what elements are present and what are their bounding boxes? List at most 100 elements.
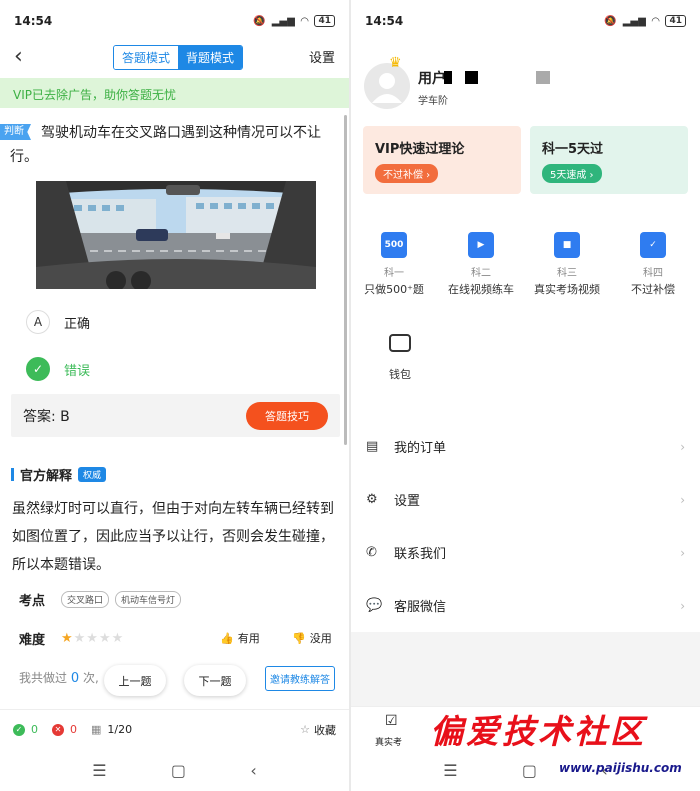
option-b[interactable]: ✓ 错误 (26, 357, 90, 381)
explanation-header: 官方解释 权威 (11, 465, 107, 484)
prev-button[interactable]: 上一题 (104, 665, 166, 696)
wallet-icon (389, 334, 411, 352)
grid-item-k3[interactable]: ■ 科三 真实考场视频 (527, 232, 607, 297)
correct-count: 0 (31, 723, 38, 736)
thumbs-up-icon: 👍 (220, 631, 234, 645)
play-icon: ▶ (468, 232, 494, 258)
home-icon[interactable]: ▢ (522, 761, 537, 780)
grid-caption: 科四 (643, 268, 663, 279)
tab-answer-mode[interactable]: 答题模式 (114, 46, 179, 69)
chevron-right-icon: › (680, 598, 685, 613)
settings-menu: ▤ 我的订单 › ⚙ 设置 › ✆ 联系我们 › 💬 客服微信 › (351, 420, 700, 632)
settings-link[interactable]: 设置 (309, 47, 335, 66)
wifi-icon: ◠ (651, 15, 660, 27)
option-a-text: 正确 (64, 316, 91, 332)
next-button[interactable]: 下一题 (184, 665, 246, 696)
thumbs-down-icon: 👎 (292, 631, 306, 645)
useless-button[interactable]: 👎 没用 (292, 630, 332, 646)
back-nav-icon[interactable]: ‹ (250, 761, 256, 780)
section-marker (11, 468, 14, 481)
redaction-block (465, 71, 478, 84)
done-prefix: 我共做过 (19, 671, 68, 685)
kaodian-row: 考点 交叉路口 机动车信号灯 (19, 590, 339, 609)
grid-caption: 科二 (471, 268, 491, 279)
answer-summary-bar: ✓ 0 ✕ 0 ▦ 1/20 ☆ 收藏 (0, 709, 349, 749)
top-nav: ‹ 答题模式 背题模式 设置 (0, 42, 349, 74)
difficulty-stars: ★★★★★ (61, 631, 125, 646)
wrong-icon: ✕ (52, 723, 64, 736)
grid-item-k4[interactable]: ✓ 科四 不过补偿 (613, 232, 693, 297)
correct-icon: ✓ (13, 723, 25, 736)
vip-card[interactable]: VIP快速过理论 不过补偿 › (363, 126, 521, 194)
star-icon[interactable]: ☆ (300, 723, 310, 736)
check-icon: ✓ (26, 357, 50, 381)
useful-button[interactable]: 👍 有用 (220, 630, 260, 646)
status-bar: 14:54 🔕 ▂▄▆ ◠ 41 (351, 0, 700, 42)
chevron-right-icon: › (680, 439, 685, 454)
difficulty-row: 难度 ★★★★★ (19, 629, 339, 648)
option-a[interactable]: A 正确 (26, 310, 90, 334)
video-icon: ■ (554, 232, 580, 258)
k1-card-button[interactable]: 5天速成 › (542, 164, 602, 183)
gear-icon: ⚙ (366, 492, 378, 507)
status-icons: 🔕 ▂▄▆ ◠ 41 (253, 15, 335, 27)
back-icon[interactable]: ‹ (14, 44, 23, 69)
useful-label: 有用 (237, 632, 260, 645)
question-image[interactable] (36, 181, 316, 289)
done-count: 0 (70, 671, 80, 686)
order-icon: ▤ (366, 439, 379, 454)
phone-icon: ✆ (366, 545, 377, 560)
avatar[interactable] (364, 63, 410, 109)
vip-card-button[interactable]: 不过补偿 › (375, 164, 439, 183)
redaction-block (444, 71, 452, 84)
chat-icon: 💬 (366, 598, 383, 613)
wrong-count: 0 (70, 723, 77, 736)
k1-card[interactable]: 科一5天过 5天速成 › (530, 126, 688, 194)
exam-tab-icon[interactable]: ☑ (385, 713, 398, 729)
grid-name: 只做500⁺题 (364, 283, 424, 296)
wifi-icon: ◠ (300, 15, 309, 27)
grid-item-k1[interactable]: 500 科一 只做500⁺题 (354, 232, 434, 297)
crown-icon: ♛ (389, 55, 402, 71)
screenshot-stage: 14:54 🔕 ▂▄▆ ◠ 41 ‹ 答题模式 背题模式 设置 VIP已去除广告… (0, 0, 700, 791)
home-icon[interactable]: ▢ (171, 761, 186, 780)
menu-item-orders[interactable]: ▤ 我的订单 › (351, 420, 700, 473)
kaodian-tag[interactable]: 机动车信号灯 (115, 591, 182, 608)
vip-notice: VIP已去除广告，助你答题无忧 (0, 78, 349, 108)
status-icons: 🔕 ▂▄▆ ◠ 41 (604, 15, 686, 27)
kaodian-tag[interactable]: 交叉路口 (61, 591, 110, 608)
grid-icon[interactable]: ▦ (91, 723, 101, 736)
user-name[interactable]: 用户 (418, 68, 446, 88)
avatar-icon (372, 73, 402, 103)
menu-icon[interactable]: ☰ (92, 761, 106, 780)
tips-button[interactable]: 答题技巧 (246, 401, 328, 430)
collect-label[interactable]: 收藏 (314, 722, 336, 738)
progress-text[interactable]: 1/20 (107, 723, 132, 736)
battery-icon: 41 (314, 15, 335, 27)
kaodian-label: 考点 (19, 594, 46, 609)
menu-item-contact[interactable]: ✆ 联系我们 › (351, 526, 700, 579)
watermark-url: www.paijishu.com (559, 761, 682, 775)
difficulty-label: 难度 (19, 633, 46, 648)
grid-item-k2[interactable]: ▶ 科二 在线视频练车 (441, 232, 521, 297)
question-text: 驾驶机动车在交叉路口遇到这种情况可以不让行。 (10, 125, 321, 165)
mute-icon: 🔕 (604, 15, 617, 27)
menu-label: 联系我们 (394, 547, 447, 562)
menu-icon[interactable]: ☰ (443, 761, 457, 780)
menu-label: 客服微信 (394, 600, 447, 615)
grid-name: 钱包 (389, 368, 411, 381)
tab-label[interactable]: 真实考 (375, 735, 402, 748)
invite-coach-button[interactable]: 邀请教练解答 (265, 666, 335, 691)
vip-card-title: VIP快速过理论 (375, 142, 465, 157)
grid-caption: 科一 (384, 268, 404, 279)
grid-item-wallet[interactable]: 钱包 (360, 334, 440, 382)
status-time: 14:54 (14, 14, 53, 28)
scrollbar[interactable] (344, 115, 347, 445)
tab-memorize-mode[interactable]: 背题模式 (178, 46, 243, 69)
menu-item-wechat[interactable]: 💬 客服微信 › (351, 579, 700, 632)
question-type-tag: 判断 (0, 124, 31, 140)
menu-item-settings[interactable]: ⚙ 设置 › (351, 473, 700, 526)
signal-icon: ▂▄▆ (271, 15, 295, 27)
user-subtitle: 学车阶 (418, 96, 448, 107)
explanation-text: 虽然绿灯时可以直行，但由于对向左转车辆已经转到如图位置了，因此应当予以让行，否则… (12, 501, 334, 573)
